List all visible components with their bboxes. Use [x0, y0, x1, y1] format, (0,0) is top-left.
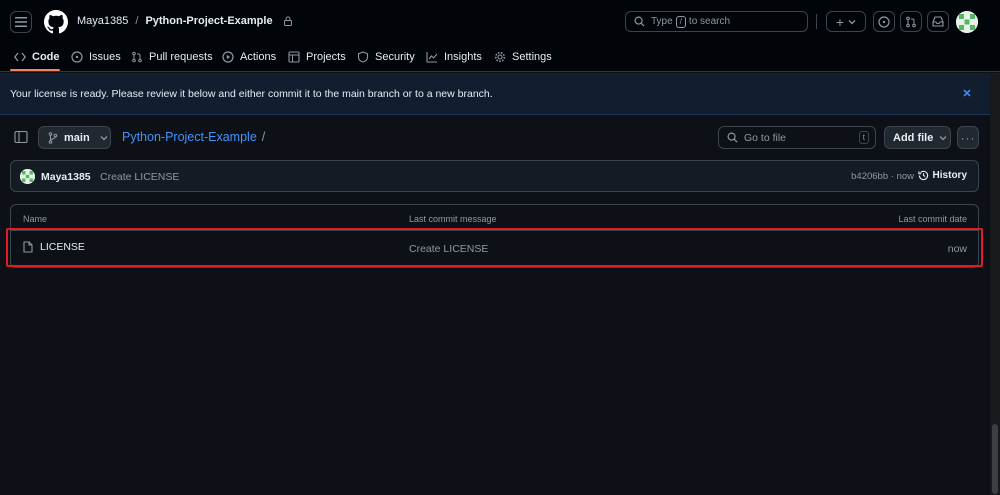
create-new-button[interactable]: + [826, 11, 866, 32]
chevron-down-icon [939, 135, 947, 140]
tab-code-label: Code [32, 51, 60, 63]
close-icon[interactable] [960, 86, 974, 100]
repo-breadcrumb: Maya1385 / Python-Project-Example [77, 15, 293, 27]
inbox-icon [932, 16, 944, 27]
page-scrollbar[interactable] [990, 74, 1000, 495]
file-icon [23, 241, 33, 253]
gear-icon [494, 51, 506, 63]
commit-author[interactable]: Maya1385 [41, 171, 91, 183]
git-pull-request-icon [906, 16, 916, 27]
tab-actions[interactable]: Actions [222, 48, 276, 66]
github-logo-icon[interactable] [44, 10, 68, 34]
latest-commit-bar: Maya1385 Create LICENSE b4206bb · now Hi… [10, 160, 979, 192]
tab-insights-label: Insights [444, 51, 482, 63]
tab-security[interactable]: Security [357, 48, 415, 66]
file-commit-message[interactable]: Create LICENSE [409, 243, 488, 255]
repo-tabs: Code Issues Pull requests Actions Projec… [0, 44, 1000, 72]
search-icon [727, 132, 738, 143]
tab-projects[interactable]: Projects [288, 48, 346, 66]
tab-security-label: Security [375, 51, 415, 63]
history-label: History [932, 170, 967, 181]
commit-message[interactable]: Create LICENSE [100, 171, 179, 183]
column-header-date: Last commit date [898, 214, 967, 224]
license-ready-banner: Your license is ready. Please review it … [0, 73, 1000, 115]
search-input[interactable]: Type / to search [625, 11, 808, 32]
owner-link[interactable]: Maya1385 [77, 15, 128, 27]
tab-pull-requests[interactable]: Pull requests [131, 48, 213, 66]
go-to-file-shortcut-key: t [858, 131, 869, 144]
identicon-icon [20, 169, 35, 184]
tab-issues[interactable]: Issues [71, 48, 121, 66]
file-name-cell: LICENSE [23, 241, 85, 253]
play-icon [222, 51, 234, 63]
inbox-button[interactable] [927, 11, 949, 32]
shield-icon [357, 51, 369, 63]
go-to-file-placeholder: Go to file [744, 131, 787, 144]
column-header-name: Name [23, 214, 48, 224]
issue-icon [71, 51, 83, 63]
lock-icon [283, 16, 292, 26]
tab-code[interactable]: Code [14, 48, 60, 66]
commit-author-avatar[interactable] [20, 169, 35, 184]
file-name-link[interactable]: LICENSE [40, 241, 85, 253]
header-divider [816, 14, 817, 29]
tab-insights[interactable]: Insights [426, 48, 482, 66]
history-button[interactable]: History [917, 170, 967, 181]
table-row[interactable]: LICENSE Create LICENSE now [11, 231, 978, 268]
branch-selector[interactable]: main [38, 126, 111, 149]
search-shortcut-key: / [675, 15, 686, 28]
search-icon [634, 16, 645, 27]
tab-issues-label: Issues [89, 51, 121, 63]
add-file-button[interactable]: Add file [884, 126, 951, 149]
sidebar-expand-icon[interactable] [14, 130, 28, 144]
issue-opened-icon [878, 15, 890, 28]
tab-settings[interactable]: Settings [494, 48, 552, 66]
tab-settings-label: Settings [512, 51, 552, 63]
banner-message: Your license is ready. Please review it … [10, 87, 493, 100]
pull-requests-button[interactable] [900, 11, 922, 32]
scrollbar-thumb[interactable] [992, 424, 998, 494]
file-table-header: Name Last commit message Last commit dat… [11, 205, 978, 231]
column-header-message: Last commit message [409, 214, 497, 224]
tab-pull-requests-label: Pull requests [149, 51, 213, 63]
identicon-icon [956, 11, 978, 33]
kebab-horizontal-icon: ··· [960, 130, 976, 145]
graph-icon [426, 52, 438, 63]
repo-path-breadcrumb: Python-Project-Example / [122, 130, 265, 144]
code-icon [14, 52, 26, 62]
hamburger-icon [15, 17, 27, 27]
table-icon [288, 51, 300, 63]
branch-name: main [64, 131, 90, 144]
repo-root-link[interactable]: Python-Project-Example [122, 130, 257, 144]
git-branch-icon [48, 131, 58, 144]
chevron-down-icon [848, 19, 856, 24]
go-to-file-input[interactable]: Go to file t [718, 126, 876, 149]
menu-button[interactable] [10, 11, 32, 33]
issues-button[interactable] [873, 11, 895, 32]
file-commit-date: now [947, 243, 967, 255]
file-table: Name Last commit message Last commit dat… [10, 204, 979, 268]
more-options-button[interactable]: ··· [957, 126, 979, 149]
repo-name-link[interactable]: Python-Project-Example [145, 15, 272, 27]
search-placeholder-before: Type [651, 16, 673, 27]
active-tab-indicator [10, 69, 60, 71]
chevron-down-icon [100, 135, 108, 140]
pull-request-icon [132, 51, 142, 63]
plus-icon: + [835, 13, 845, 30]
path-separator: / [261, 130, 266, 144]
global-header: Maya1385 / Python-Project-Example Type /… [0, 0, 1000, 72]
header-row: Maya1385 / Python-Project-Example Type /… [0, 0, 1000, 44]
tab-actions-label: Actions [240, 51, 277, 63]
commit-sha-time[interactable]: b4206bb · now [851, 171, 914, 182]
add-file-label: Add file [893, 131, 934, 144]
user-avatar[interactable] [956, 11, 978, 33]
search-placeholder-after: to search [688, 16, 731, 27]
history-icon [917, 170, 928, 181]
tab-projects-label: Projects [306, 51, 346, 63]
breadcrumb-separator: / [135, 15, 139, 27]
